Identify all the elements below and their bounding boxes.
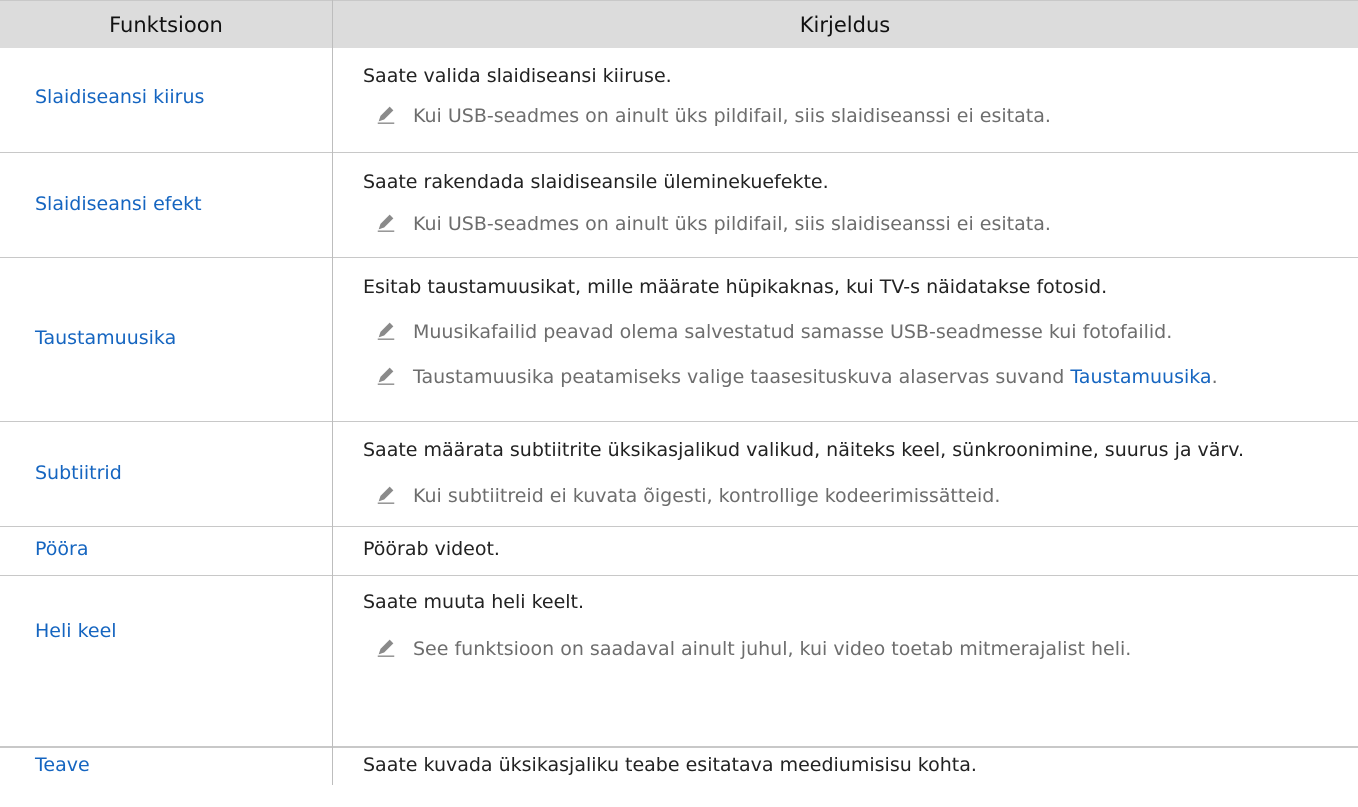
table-row: Heli keel Saate muuta heli keelt. See fu… (0, 576, 1358, 747)
row-note: Taustamuusika peatamiseks valige taasesi… (375, 364, 1218, 388)
pencil-note-icon (377, 639, 395, 657)
function-link-subtitles[interactable]: Subtiitrid (35, 462, 122, 484)
row-note: See funktsioon on saadaval ainult juhul,… (375, 636, 1131, 660)
row-description: Saate rakendada slaidiseansile ülemineku… (363, 171, 829, 193)
column-divider (332, 0, 333, 785)
table-row: Teave Saate kuvada üksikasjaliku teabe e… (0, 747, 1358, 807)
header-description: Kirjeldus (799, 13, 891, 37)
row-note: Kui subtiitreid ei kuvata õigesti, kontr… (375, 483, 1000, 507)
row-note: Muusikafailid peavad olema salvestatud s… (375, 319, 1172, 343)
table-row: Slaidiseansi efekt Saate rakendada slaid… (0, 153, 1358, 258)
row-description: Saate kuvada üksikasjaliku teabe esitata… (363, 754, 977, 776)
table-header: Funktsioon Kirjeldus (0, 0, 1358, 48)
row-description: Saate määrata subtiitrite üksikasjalikud… (363, 439, 1245, 461)
row-note: Kui USB-seadmes on ainult üks pildifail,… (375, 211, 1051, 235)
row-description: Saate valida slaidiseansi kiiruse. (363, 65, 672, 87)
row-description: Pöörab videot. (363, 538, 500, 560)
row-description: Esitab taustamuusikat, mille määrate hüp… (363, 276, 1108, 298)
function-link-slideshow-effect[interactable]: Slaidiseansi efekt (35, 193, 202, 215)
pencil-note-icon (377, 486, 395, 504)
header-function: Funktsioon (109, 13, 223, 37)
pencil-note-icon (377, 106, 395, 124)
pencil-note-icon (377, 322, 395, 340)
table-row: Taustamuusika Esitab taustamuusikat, mil… (0, 258, 1358, 422)
table-row: Slaidiseansi kiirus Saate valida slaidis… (0, 48, 1358, 153)
function-link-audio-language[interactable]: Heli keel (35, 620, 117, 642)
pencil-note-icon (377, 214, 395, 232)
table-row: Subtiitrid Saate määrata subtiitrite üks… (0, 422, 1358, 527)
row-note: Kui USB-seadmes on ainult üks pildifail,… (375, 103, 1051, 127)
function-link-background-music[interactable]: Taustamuusika (35, 327, 176, 349)
function-link-info[interactable]: Teave (35, 754, 90, 776)
function-link-rotate[interactable]: Pööra (35, 538, 88, 560)
background-music-link[interactable]: Taustamuusika (1070, 366, 1211, 388)
function-link-slideshow-speed[interactable]: Slaidiseansi kiirus (35, 86, 204, 108)
row-description: Saate muuta heli keelt. (363, 591, 585, 613)
table-row: Pööra Pöörab videot. (0, 527, 1358, 576)
pencil-note-icon (377, 367, 395, 385)
